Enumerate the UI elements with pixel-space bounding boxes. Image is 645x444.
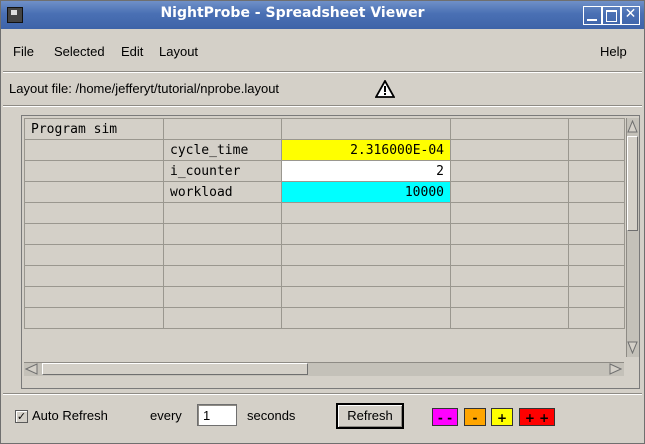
grid-cell[interactable] (163, 244, 282, 266)
value-cell[interactable]: 2.316000E-04 (281, 139, 451, 161)
divider (3, 393, 642, 395)
grid-cell[interactable] (163, 286, 282, 308)
grid-cell[interactable] (24, 307, 164, 329)
seconds-label: seconds (247, 408, 296, 423)
grid-cell[interactable] (24, 181, 164, 203)
layout-file-label: Layout file: /home/jefferyt/tutorial/npr… (9, 81, 280, 96)
table-row: cycle_time 2.316000E-04 (24, 139, 625, 161)
refresh-controls: ✓ Auto Refresh every 1 seconds Refresh -… (1, 399, 644, 439)
minimize-icon[interactable] (583, 6, 602, 25)
grid-cell[interactable] (24, 223, 164, 245)
scroll-up-icon[interactable] (627, 120, 638, 134)
grid-cell[interactable] (450, 202, 569, 224)
grid-cell[interactable] (24, 286, 164, 308)
grid-cell[interactable] (24, 202, 164, 224)
table-row (24, 307, 625, 329)
scroll-down-icon[interactable] (627, 340, 638, 354)
menu-file[interactable]: File (13, 44, 34, 59)
table-row (24, 223, 625, 245)
grid-cell[interactable]: cycle_time (163, 139, 282, 161)
spreadsheet-table: Program sim cycle_time 2.316000E-04 i_count… (24, 118, 625, 329)
menu-help[interactable]: Help (600, 44, 627, 59)
grid-cell[interactable] (568, 139, 625, 161)
grid-cell[interactable] (568, 286, 625, 308)
grid-cell[interactable] (450, 181, 569, 203)
grid-cell[interactable] (450, 139, 569, 161)
grid-cell[interactable] (281, 265, 451, 287)
grid-cell[interactable] (163, 265, 282, 287)
value-cell[interactable]: 2 (281, 160, 451, 182)
grid-cell[interactable] (450, 118, 569, 140)
horizontal-scroll-thumb[interactable] (42, 363, 308, 375)
grid-cell[interactable] (281, 223, 451, 245)
interval-input[interactable]: 1 (197, 404, 237, 426)
grid-cell[interactable] (281, 118, 451, 140)
menu-edit[interactable]: Edit (121, 44, 143, 59)
vertical-scroll-thumb[interactable] (627, 136, 638, 231)
spreadsheet-grid: Program sim cycle_time 2.316000E-04 i_count… (21, 115, 640, 389)
grid-cell[interactable] (450, 265, 569, 287)
grid-cell[interactable] (281, 244, 451, 266)
grid-cell[interactable] (450, 244, 569, 266)
grid-cell[interactable] (281, 286, 451, 308)
grid-cell[interactable]: Program sim (24, 118, 164, 140)
grid-cell[interactable] (163, 202, 282, 224)
table-row: i_counter 2 (24, 160, 625, 182)
grid-cell[interactable] (450, 307, 569, 329)
table-row (24, 286, 625, 308)
auto-refresh-checkbox[interactable]: ✓ (15, 410, 28, 423)
limit-high-button[interactable]: + (491, 408, 513, 426)
limit-high-high-button[interactable]: + + (519, 408, 555, 426)
table-row (24, 202, 625, 224)
scroll-right-icon[interactable] (608, 363, 622, 375)
grid-cell[interactable]: workload (163, 181, 282, 203)
limit-low-low-button[interactable]: - - (432, 408, 458, 426)
grid-cell[interactable] (450, 160, 569, 182)
refresh-button[interactable]: Refresh (336, 403, 404, 429)
warning-icon (375, 80, 395, 98)
value-cell[interactable]: 10000 (281, 181, 451, 203)
scroll-left-icon[interactable] (25, 363, 39, 375)
grid-cell[interactable] (163, 118, 282, 140)
grid-cell[interactable] (568, 118, 625, 140)
grid-cell[interactable] (24, 160, 164, 182)
every-label: every (150, 408, 182, 423)
table-row (24, 265, 625, 287)
grid-cell[interactable] (163, 223, 282, 245)
grid-cell[interactable] (568, 181, 625, 203)
grid-cell[interactable] (450, 286, 569, 308)
grid-cell[interactable] (281, 202, 451, 224)
table-row: Program sim (24, 118, 625, 140)
grid-cell[interactable] (568, 307, 625, 329)
grid-cell[interactable] (24, 244, 164, 266)
grid-cell[interactable]: i_counter (163, 160, 282, 182)
grid-cell[interactable] (568, 202, 625, 224)
grid-cell[interactable] (24, 265, 164, 287)
grid-cell[interactable] (281, 307, 451, 329)
limit-low-button[interactable]: - (464, 408, 486, 426)
window-title: NightProbe - Spreadsheet Viewer (160, 5, 425, 21)
menu-bar: File Selected Edit Layout Help (1, 39, 644, 65)
table-row: workload 10000 (24, 181, 625, 203)
horizontal-scrollbar[interactable] (24, 362, 624, 376)
title-bar[interactable]: NightProbe - Spreadsheet Viewer ✕ (1, 1, 644, 29)
grid-cell[interactable] (568, 265, 625, 287)
table-row (24, 244, 625, 266)
grid-cell[interactable] (450, 223, 569, 245)
grid-cell[interactable] (568, 160, 625, 182)
spreadsheet-viewer-window: NightProbe - Spreadsheet Viewer ✕ File S… (0, 0, 645, 444)
grid-cell[interactable] (24, 139, 164, 161)
close-icon[interactable]: ✕ (621, 6, 640, 25)
grid-cell[interactable] (568, 244, 625, 266)
vertical-scrollbar[interactable] (626, 118, 639, 357)
menu-selected[interactable]: Selected (54, 44, 105, 59)
grid-cell[interactable] (568, 223, 625, 245)
divider (3, 71, 642, 73)
maximize-icon[interactable] (602, 6, 621, 25)
menu-layout[interactable]: Layout (159, 44, 198, 59)
divider (3, 105, 642, 107)
auto-refresh-label: Auto Refresh (32, 408, 108, 423)
grid-cell[interactable] (163, 307, 282, 329)
